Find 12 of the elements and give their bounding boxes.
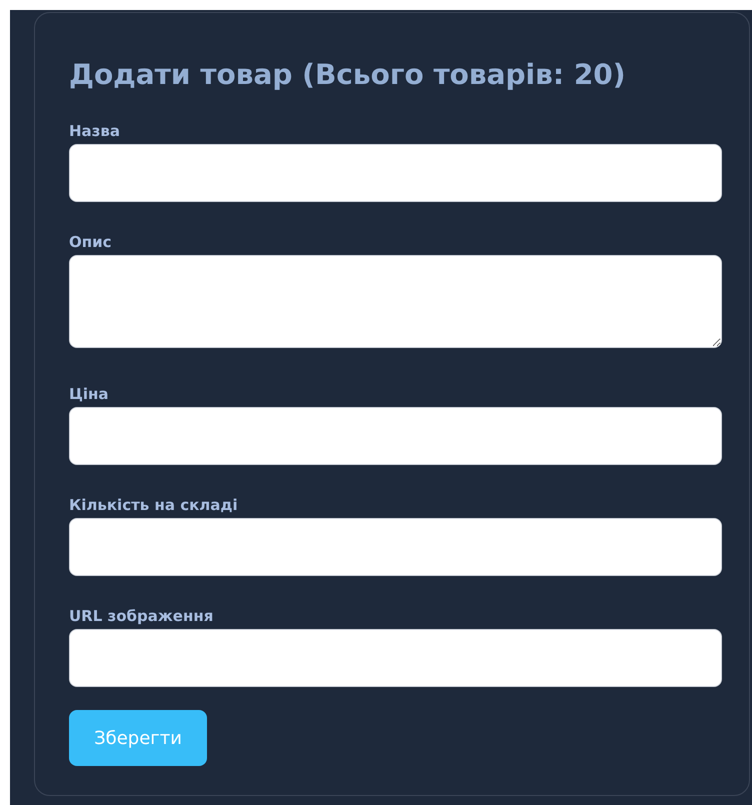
input-field[interactable] bbox=[69, 518, 722, 576]
input-field[interactable] bbox=[69, 629, 722, 687]
field-label: Ціна bbox=[69, 384, 110, 404]
form-title: Додати товар (Всього товарів: 20) bbox=[69, 57, 627, 93]
save-button[interactable]: Зберегти bbox=[69, 710, 207, 766]
text-area[interactable] bbox=[69, 255, 722, 348]
input-field[interactable] bbox=[69, 144, 722, 202]
field-label: Назва bbox=[69, 121, 122, 141]
field-label: Опис bbox=[69, 232, 113, 252]
input-field[interactable] bbox=[69, 407, 722, 465]
field-label: URL зображення bbox=[69, 606, 214, 626]
field-label: Кількість на складі bbox=[69, 495, 239, 515]
